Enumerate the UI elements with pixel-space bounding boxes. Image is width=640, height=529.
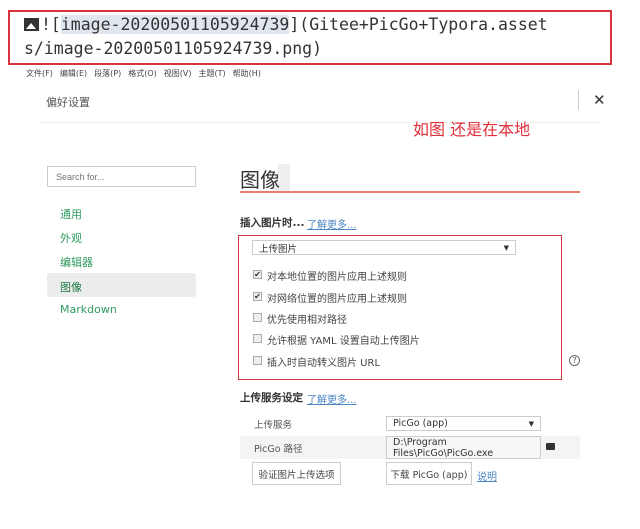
sidebar-item-markdown[interactable]: Markdown — [60, 303, 117, 316]
search-input[interactable] — [47, 166, 196, 187]
upload-service-select[interactable]: PicGo (app) ▼ — [386, 416, 541, 431]
upload-service-value: PicGo (app) — [393, 418, 448, 429]
picgo-path-label: PicGo 路径 — [254, 444, 303, 455]
header-divider — [578, 90, 579, 110]
markdown-source-box[interactable]: ![image-20200501105924739](Gitee+PicGo+T… — [8, 10, 612, 65]
insert-action-select[interactable]: 上传图片 ▼ — [252, 240, 516, 255]
sidebar-item-general[interactable]: 通用 — [60, 206, 82, 222]
upload-learn-more-link[interactable]: 了解更多... — [307, 391, 357, 406]
image-icon — [24, 18, 39, 31]
checkbox-label: 插入时自动转义图片 URL — [267, 358, 381, 369]
code-line1: ](Gitee+PicGo+Typora.asset — [289, 15, 548, 34]
insert-learn-more-link[interactable]: 了解更多... — [307, 216, 357, 231]
checkbox-yaml-upload[interactable] — [253, 334, 262, 343]
menu-edit[interactable]: 编辑(E) — [60, 68, 87, 79]
menu-paragraph[interactable]: 段落(P) — [94, 68, 121, 79]
checkbox-label: 对网络位置的图片应用上述规则 — [267, 294, 407, 305]
checkbox-local-rules[interactable]: ✔ — [253, 270, 262, 279]
dropdown-arrow-icon: ▼ — [503, 243, 509, 252]
upload-settings-label: 上传服务设定 — [240, 392, 303, 404]
instructions-link[interactable]: 说明 — [477, 468, 497, 483]
close-icon[interactable]: ✕ — [593, 91, 606, 109]
title-underline — [240, 191, 580, 193]
menu-help[interactable]: 帮助(H) — [233, 68, 261, 79]
checkbox-network-rules[interactable]: ✔ — [253, 292, 262, 301]
menu-view[interactable]: 视图(V) — [164, 68, 192, 79]
upload-service-label: 上传服务 — [254, 420, 293, 431]
insert-action-value: 上传图片 — [259, 243, 298, 255]
checkbox-escape-url[interactable] — [253, 356, 262, 365]
checkbox-relative-path[interactable] — [253, 313, 262, 322]
help-icon[interactable]: ? — [569, 355, 580, 366]
dialog-title: 偏好设置 — [46, 96, 90, 109]
dropdown-arrow-icon: ▼ — [528, 419, 534, 428]
picgo-path-value: D:\Program Files\PicGo\PicGo.exe — [393, 436, 494, 459]
checkbox-label: 优先使用相对路径 — [267, 315, 347, 326]
sidebar-item-image-label: 图像 — [60, 281, 82, 294]
section-title: 图像 — [240, 168, 280, 192]
checkbox-label: 允许根据 YAML 设置自动上传图片 — [267, 336, 420, 347]
sidebar-item-appearance[interactable]: 外观 — [60, 230, 82, 246]
menu-format[interactable]: 格式(O) — [128, 68, 157, 79]
code-line2: s/image-20200501105924739.png) — [24, 39, 323, 58]
checkbox-label: 对本地位置的图片应用上述规则 — [267, 272, 407, 283]
sidebar-item-editor[interactable]: 编辑器 — [60, 254, 93, 270]
download-picgo-button[interactable]: 下载 PicGo (app) — [386, 462, 472, 485]
insert-label: 插入图片时... — [240, 217, 305, 229]
code-prefix: ![ — [41, 15, 61, 34]
menu-bar: 文件(F) 编辑(E) 段落(P) 格式(O) 视图(V) 主题(T) 帮助(H… — [26, 68, 261, 79]
menu-file[interactable]: 文件(F) — [26, 68, 53, 79]
code-alt-text: image-20200501105924739 — [60, 15, 290, 34]
picgo-path-input[interactable]: D:\Program Files\PicGo\PicGo.exe — [386, 436, 541, 459]
folder-icon[interactable] — [546, 443, 555, 450]
menu-theme[interactable]: 主题(T) — [198, 68, 225, 79]
annotation-text: 如图 还是在本地 — [413, 120, 531, 139]
verify-upload-button[interactable]: 验证图片上传选项 — [252, 462, 341, 485]
